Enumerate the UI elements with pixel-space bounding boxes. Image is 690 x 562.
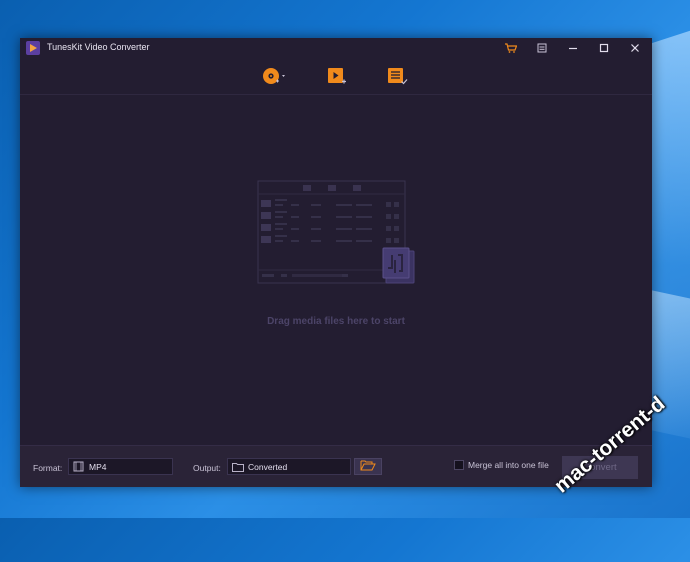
merge-option[interactable]: Merge all into one file: [454, 460, 549, 470]
title-bar: TunesKit Video Converter: [20, 38, 652, 58]
drop-hint-text: Drag media files here to start: [267, 316, 405, 327]
merge-label: Merge all into one file: [468, 460, 549, 470]
close-icon[interactable]: [626, 40, 644, 56]
toolbar: [20, 58, 652, 95]
output-value: Converted: [248, 461, 288, 472]
cart-icon[interactable]: [502, 40, 520, 56]
output-label: Output:: [193, 463, 221, 473]
output-folder-field[interactable]: Converted: [227, 458, 351, 475]
app-window: TunesKit Video Converter Drag media file…: [20, 38, 652, 487]
drag-files-illustration-icon: [256, 180, 416, 295]
minimize-icon[interactable]: [564, 40, 582, 56]
drop-zone[interactable]: Drag media files here to start: [20, 95, 652, 445]
app-title: TunesKit Video Converter: [47, 42, 150, 52]
format-label: Format:: [33, 463, 63, 473]
open-folder-icon: [360, 458, 376, 476]
menu-icon[interactable]: [533, 40, 551, 56]
video-format-icon: [73, 461, 85, 473]
add-files-icon[interactable]: [324, 64, 350, 88]
app-logo-icon: [26, 41, 40, 55]
format-selector[interactable]: MP4: [68, 458, 173, 475]
maximize-icon[interactable]: [595, 40, 613, 56]
format-value: MP4: [89, 461, 107, 472]
merge-checkbox[interactable]: [454, 460, 464, 470]
add-dvd-icon[interactable]: [262, 64, 288, 88]
browse-folder-button[interactable]: [354, 458, 382, 475]
folder-icon: [232, 461, 244, 473]
converted-list-icon[interactable]: [384, 64, 410, 88]
